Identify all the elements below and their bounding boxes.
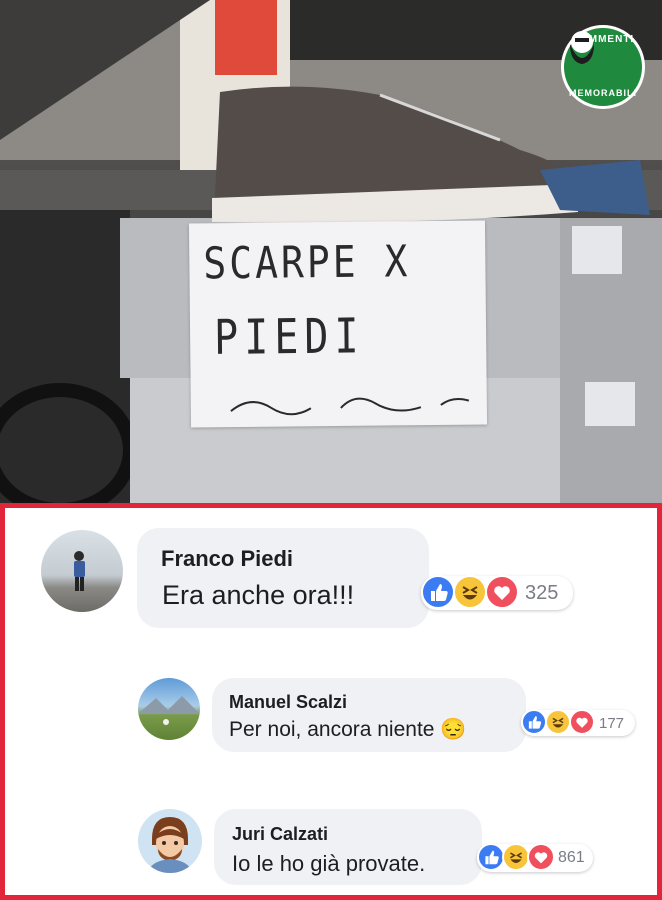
person-silhouette-icon xyxy=(74,551,85,591)
comment-text: Per noi, ancora niente 😔 xyxy=(229,718,467,741)
like-icon xyxy=(521,709,547,735)
meme-photo: SCARPE X PIEDI COMMENTI MEMORABILI xyxy=(0,0,662,503)
love-icon xyxy=(569,709,595,735)
haha-icon xyxy=(545,709,571,735)
reaction-summary[interactable]: 177 xyxy=(521,709,635,736)
love-icon xyxy=(485,575,519,609)
comment-author[interactable]: Franco Piedi xyxy=(161,546,293,572)
watermark-bottom-text: MEMORABILI xyxy=(569,88,637,98)
comment-text: Io le ho già provate. xyxy=(232,851,426,876)
watermark-logo: COMMENTI MEMORABILI xyxy=(561,25,645,109)
sign-squiggle xyxy=(230,397,470,416)
landscape-icon xyxy=(138,696,200,725)
comment-author[interactable]: Manuel Scalzi xyxy=(229,692,347,713)
handwritten-sign: SCARPE X PIEDI xyxy=(188,220,488,428)
comment-text: Era anche ora!!! xyxy=(162,580,355,610)
haha-icon xyxy=(502,843,530,871)
cartoon-face-icon xyxy=(148,817,192,873)
avatar[interactable] xyxy=(138,678,200,740)
bearded-face-icon xyxy=(570,31,594,64)
avatar[interactable] xyxy=(41,530,123,612)
comment-author[interactable]: Juri Calzati xyxy=(232,824,328,845)
reaction-count: 177 xyxy=(599,715,625,732)
reaction-summary[interactable]: 325 xyxy=(421,575,573,610)
reaction-count: 861 xyxy=(558,849,585,866)
comment-bubble xyxy=(137,528,429,628)
comments-panel: Franco Piedi Era anche ora!!! 325 Manuel… xyxy=(0,503,662,900)
avatar[interactable] xyxy=(138,809,202,873)
love-icon xyxy=(527,843,555,871)
reaction-summary[interactable]: 861 xyxy=(477,843,593,872)
haha-icon xyxy=(453,575,487,609)
reaction-count: 325 xyxy=(525,582,559,604)
like-icon xyxy=(477,843,505,871)
like-icon xyxy=(421,575,455,609)
